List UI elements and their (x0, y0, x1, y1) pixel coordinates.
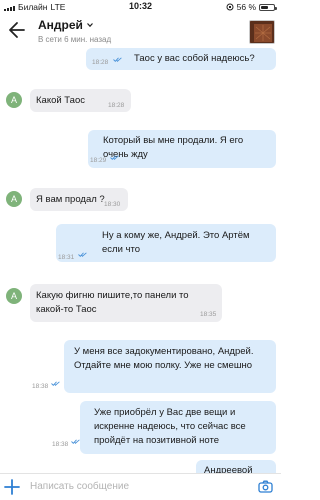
double-check-icon (78, 252, 87, 257)
message-text: Какой Таос (36, 95, 86, 106)
double-check-icon (110, 155, 119, 160)
sender-avatar[interactable]: A (6, 191, 22, 207)
camera-icon[interactable] (258, 480, 273, 493)
message-incoming[interactable]: Какую фигню пишите,то панели то какой-то… (30, 284, 222, 322)
double-check-icon (51, 381, 60, 386)
message-outgoing[interactable]: У меня все задокументировано, Андрей. От… (32, 340, 276, 393)
message-time: 18:38 (52, 441, 69, 448)
sender-avatar[interactable]: A (6, 92, 22, 108)
message-text: Ну а кому же, Андрей. Это Артём если что (102, 230, 250, 255)
message-outgoing[interactable]: Ну а кому же, Андрей. Это Артём если что… (56, 224, 276, 262)
message-text: У меня все задокументировано, Андрей. От… (74, 346, 254, 371)
battery-icon (259, 3, 277, 11)
message-text: Который вы мне продали. Я его очень жду (103, 135, 244, 160)
plus-icon[interactable] (4, 479, 20, 495)
message-outgoing[interactable]: Андреевой (196, 460, 276, 473)
message-outgoing[interactable]: Таос у вас собой надеюсь? 18:28 (86, 48, 276, 70)
back-arrow-icon[interactable] (8, 20, 26, 40)
status-bar-right: 56 % (226, 2, 277, 12)
contact-status: В сети 6 мин. назад (38, 35, 112, 44)
sender-avatar[interactable]: A (6, 288, 22, 304)
message-time: 18:28 (108, 102, 125, 109)
message-text: Андреевой (204, 465, 253, 473)
message-text: Какую фигню пишите,то панели то какой-то… (36, 290, 189, 315)
chat-messages[interactable]: Таос у вас собой надеюсь? 18:28 A Какой … (0, 48, 281, 473)
message-text: Я вам продал ? (36, 194, 105, 205)
double-check-icon (71, 439, 80, 444)
message-time: 18:30 (104, 201, 121, 208)
message-outgoing[interactable]: Уже приобрёл у Вас две вещи и искренне н… (52, 401, 276, 454)
contact-name[interactable]: Андрей (38, 18, 94, 32)
contact-avatar[interactable] (249, 20, 275, 44)
message-text: Уже приобрёл у Вас две вещи и искренне н… (94, 407, 246, 446)
message-time: 18:28 (92, 59, 109, 66)
contact-name-label: Андрей (38, 18, 83, 32)
message-text: Таос у вас собой надеюсь? (134, 53, 255, 64)
avatar-image (250, 21, 274, 43)
double-check-icon (113, 57, 122, 62)
message-incoming[interactable]: Я вам продал ? 18:30 (30, 188, 128, 211)
chevron-down-icon (86, 23, 93, 28)
message-input-bar: Написать сообщение (0, 473, 281, 500)
rotation-lock-icon (226, 3, 234, 11)
battery-percent: 56 % (236, 2, 256, 12)
chat-header: Андрей В сети 6 мин. назад (0, 14, 281, 48)
message-input[interactable]: Написать сообщение (30, 481, 129, 492)
message-time: 18:31 (58, 254, 75, 261)
battery-fill (261, 5, 268, 9)
message-time: 18:38 (32, 383, 49, 390)
status-bar: Билайн LTE 10:32 56 % (0, 0, 281, 14)
message-time: 18:35 (200, 311, 217, 318)
message-incoming[interactable]: Какой Таос 18:28 (30, 89, 131, 112)
message-outgoing[interactable]: Который вы мне продали. Я его очень жду … (88, 130, 276, 168)
message-time: 18:29 (90, 157, 107, 164)
